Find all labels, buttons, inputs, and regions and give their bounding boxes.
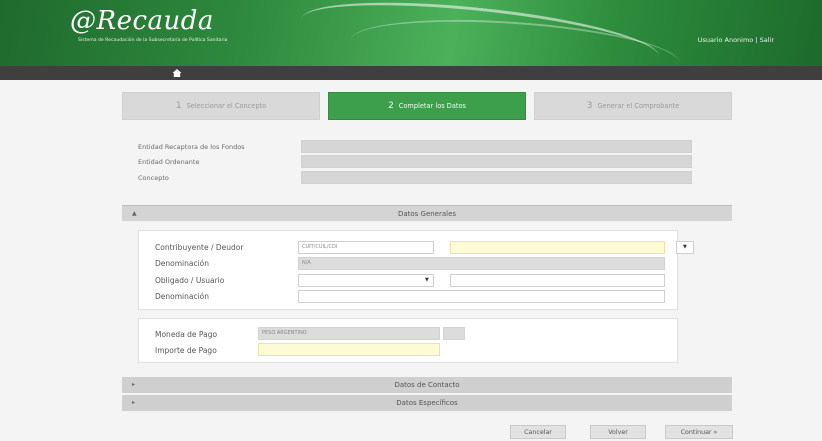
- chevron-down-icon: ▼: [683, 244, 687, 250]
- importe-label: Importe de Pago: [155, 346, 217, 355]
- entidad-recaudadora-field: [301, 140, 692, 153]
- obligado-select[interactable]: ▼: [298, 274, 434, 287]
- moneda-field: PESO ARGENTINO: [258, 327, 440, 340]
- wizard-step-2[interactable]: 2 Completar los Datos: [328, 92, 526, 120]
- denominacion-field: N/A: [298, 257, 665, 270]
- pago-panel: [138, 318, 678, 363]
- entidad-ordenante-label: Entidad Ordenante: [138, 158, 200, 166]
- entidad-ordenante-field: [301, 155, 692, 168]
- cancel-button[interactable]: Cancelar: [510, 425, 566, 439]
- datos-especificos-title: Datos Específicos: [396, 399, 458, 407]
- step-number: 2: [388, 101, 394, 111]
- datos-contacto-title: Datos de Contacto: [394, 381, 460, 389]
- wizard-steps: 1 Seleccionar el Concepto 2 Completar lo…: [122, 92, 732, 120]
- moneda-label: Moneda de Pago: [155, 330, 218, 339]
- app-subtitle: Sistema de Recaudación de la Subsecretar…: [78, 38, 228, 43]
- entidad-recaudadora-label: Entidad Recaptora de los Fondos: [138, 143, 245, 151]
- contribuyente-type-input[interactable]: CUIT/CUIL/CDI: [298, 241, 434, 254]
- contribuyente-dropdown[interactable]: ▼: [676, 241, 694, 254]
- step-label: Seleccionar el Concepto: [186, 102, 267, 110]
- top-navbar: [0, 66, 822, 80]
- denominacion2-field[interactable]: [298, 290, 665, 303]
- wizard-step-1[interactable]: 1 Seleccionar el Concepto: [122, 92, 320, 120]
- step-label: Completar los Datos: [398, 102, 466, 110]
- app-header: @Recauda Sistema de Recaudación de la Su…: [0, 0, 822, 66]
- step-label: Generar el Comprobante: [597, 102, 680, 110]
- step-number: 3: [586, 101, 593, 111]
- app-logo[interactable]: @Recauda: [70, 6, 214, 36]
- datos-generales-title: Datos Generales: [397, 210, 457, 218]
- datos-generales-header[interactable]: ▲ Datos Generales: [122, 205, 732, 221]
- denominacion2-label: Denominación: [155, 292, 210, 301]
- obligado-label: Obligado / Usuario: [155, 276, 225, 285]
- continue-button[interactable]: Continuar »: [665, 425, 733, 439]
- concepto-field: [301, 171, 692, 184]
- back-button[interactable]: Volver: [590, 425, 646, 439]
- denominacion-label: Denominación: [155, 259, 210, 268]
- user-session-links[interactable]: Usuario Anonimo | Salir: [698, 36, 774, 44]
- home-icon[interactable]: [172, 68, 182, 78]
- step-number: 1: [175, 101, 182, 111]
- datos-especificos-header[interactable]: ▸ Datos Específicos: [122, 395, 732, 411]
- concepto-label: Concepto: [138, 174, 169, 182]
- wizard-step-3[interactable]: 3 Generar el Comprobante: [534, 92, 732, 120]
- importe-input[interactable]: [258, 343, 440, 356]
- contribuyente-number-input[interactable]: [450, 241, 665, 254]
- chevron-down-icon: ▼: [425, 277, 429, 283]
- entidad-recaudadora-row: Entidad Recaptora de los Fondos: [138, 140, 698, 154]
- moneda-button[interactable]: [443, 327, 465, 340]
- datos-contacto-header[interactable]: ▸ Datos de Contacto: [122, 377, 732, 393]
- concepto-row: Concepto: [138, 171, 698, 185]
- entidad-ordenante-row: Entidad Ordenante: [138, 155, 698, 169]
- contribuyente-label: Contribuyente / Deudor: [155, 243, 244, 252]
- obligado-input[interactable]: [450, 274, 665, 287]
